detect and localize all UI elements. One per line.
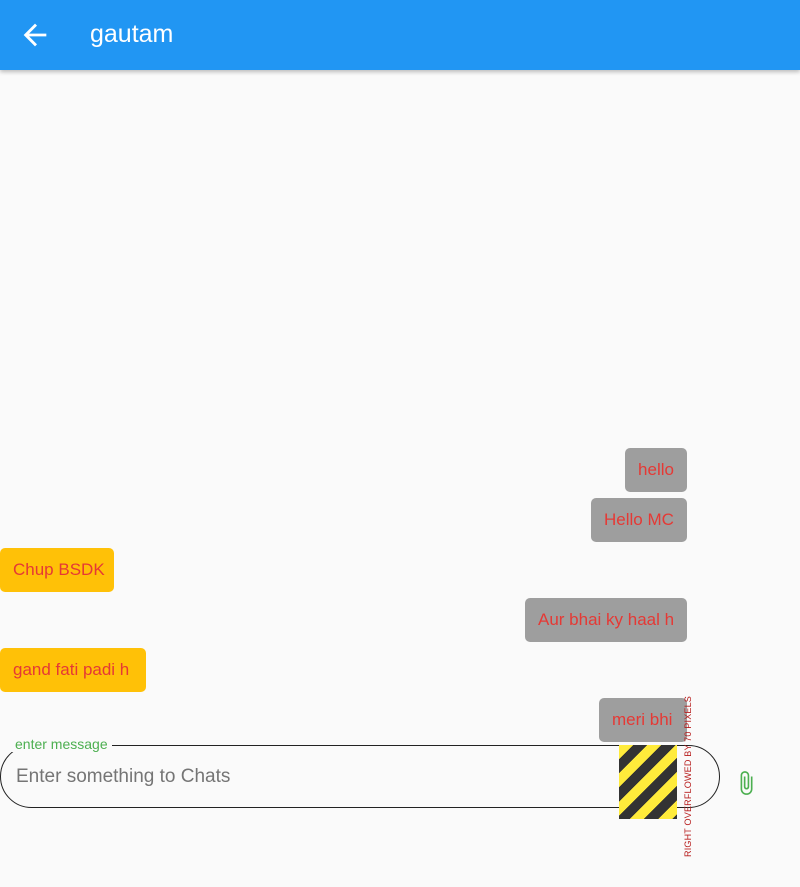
paperclip-icon — [740, 771, 753, 795]
overflow-warning-text: RIGHT OVERFLOWED BY 70 PIXELS — [683, 695, 693, 857]
message-input[interactable] — [14, 761, 608, 793]
message-bubble-sent: Hello MC — [591, 498, 687, 542]
back-button[interactable] — [18, 18, 52, 52]
message-bubble-sent: meri bhi — [599, 698, 687, 742]
overflow-indicator — [619, 745, 677, 819]
message-bubble-sent: Aur bhai ky haal h — [525, 598, 687, 642]
message-input-label: enter message — [11, 736, 112, 752]
message-bubble-sent: hello — [625, 448, 687, 492]
app-bar: gautam — [0, 0, 800, 70]
message-bubble-received: gand fati padi h — [0, 648, 146, 692]
chat-title: gautam — [90, 20, 174, 48]
message-bubble-received: Chup BSDK — [0, 548, 114, 592]
attach-button[interactable] — [733, 768, 759, 798]
arrow-back-icon — [23, 23, 47, 47]
